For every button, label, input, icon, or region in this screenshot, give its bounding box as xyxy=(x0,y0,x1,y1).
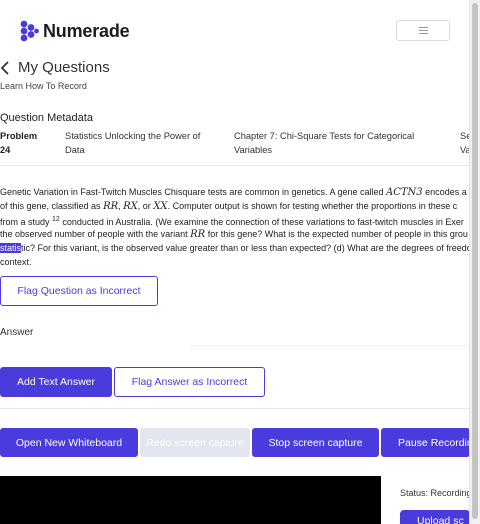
menu-button[interactable] xyxy=(396,20,450,41)
question-text-segment: conducted in Australia. (We examine the … xyxy=(59,217,464,227)
question-text: Genetic Variation in Fast-Twitch Muscles… xyxy=(0,185,470,269)
flag-question-button[interactable]: Flag Question as Incorrect xyxy=(0,276,158,306)
learn-how-to-record-link[interactable]: Learn How To Record xyxy=(0,81,87,91)
metadata-heading: Question Metadata xyxy=(0,112,93,124)
question-text-segment: for this gene? What is the expected numb… xyxy=(205,229,468,239)
open-whiteboard-button[interactable]: Open New Whiteboard xyxy=(0,428,138,457)
gene-name: ACTN3 xyxy=(386,187,423,198)
question-text-segment: , or xyxy=(137,201,154,211)
header: Numerade xyxy=(0,0,470,58)
question-text-segment: tic? For this variant, is the observed v… xyxy=(21,243,470,253)
problem-number: 24 xyxy=(0,145,11,155)
variant-rx: RX xyxy=(123,201,138,212)
stop-screen-capture-button[interactable]: Stop screen capture xyxy=(252,428,379,457)
question-text-segment: Genetic Variation in Fast-Twitch Muscles… xyxy=(0,187,387,197)
divider xyxy=(0,165,470,166)
numerade-logo-icon xyxy=(20,20,39,42)
answer-label: Answer xyxy=(0,327,34,338)
variant-xx: XX xyxy=(153,201,168,212)
scrollbar-thumb[interactable] xyxy=(472,3,478,519)
question-text-segment: . Computer output is shown for testing w… xyxy=(167,201,458,211)
scrollbar[interactable] xyxy=(469,0,480,524)
screen-capture-preview xyxy=(0,476,381,524)
question-text-segment: from a study xyxy=(0,217,53,227)
problem-label: Problem xyxy=(0,131,38,141)
answer-divider xyxy=(190,345,470,346)
recording-status: Status: Recording xyxy=(400,488,470,498)
add-text-answer-button[interactable]: Add Text Answer xyxy=(0,367,112,397)
selected-text: statis xyxy=(0,243,22,253)
question-text-segment: context. xyxy=(0,257,32,267)
variant-rr: RR xyxy=(103,201,119,212)
divider xyxy=(0,408,470,409)
numerade-logo[interactable]: Numerade xyxy=(19,20,130,42)
metadata-problem: Problem 24 xyxy=(0,129,37,157)
redo-screen-capture-button: Redo screen capture xyxy=(140,428,250,457)
metadata-chapter: Chapter 7: Chi-Square Tests for Categori… xyxy=(234,131,415,155)
question-text-segment: the observed number of people with the v… xyxy=(0,229,191,239)
question-text-segment: of this gene, classified as xyxy=(0,201,104,211)
metadata-book: Statistics Unlocking the Power of Data xyxy=(65,131,201,155)
brand-name: Numerade xyxy=(43,20,130,41)
variant-rr: RR xyxy=(190,229,206,240)
footnote-ref: 12 xyxy=(52,216,60,223)
question-text-segment: encodes a p xyxy=(422,187,470,197)
upload-button[interactable]: Upload sc xyxy=(400,510,470,524)
pause-recording-button[interactable]: Pause Recording xyxy=(381,428,470,457)
hamburger-icon xyxy=(418,27,428,34)
page-title: My Questions xyxy=(18,59,110,76)
page: Numerade My Questions Learn How To Recor… xyxy=(0,0,470,524)
back-arrow-icon[interactable] xyxy=(0,60,12,76)
flag-answer-button[interactable]: Flag Answer as Incorrect xyxy=(114,367,265,397)
page-title-row: My Questions xyxy=(0,59,110,76)
